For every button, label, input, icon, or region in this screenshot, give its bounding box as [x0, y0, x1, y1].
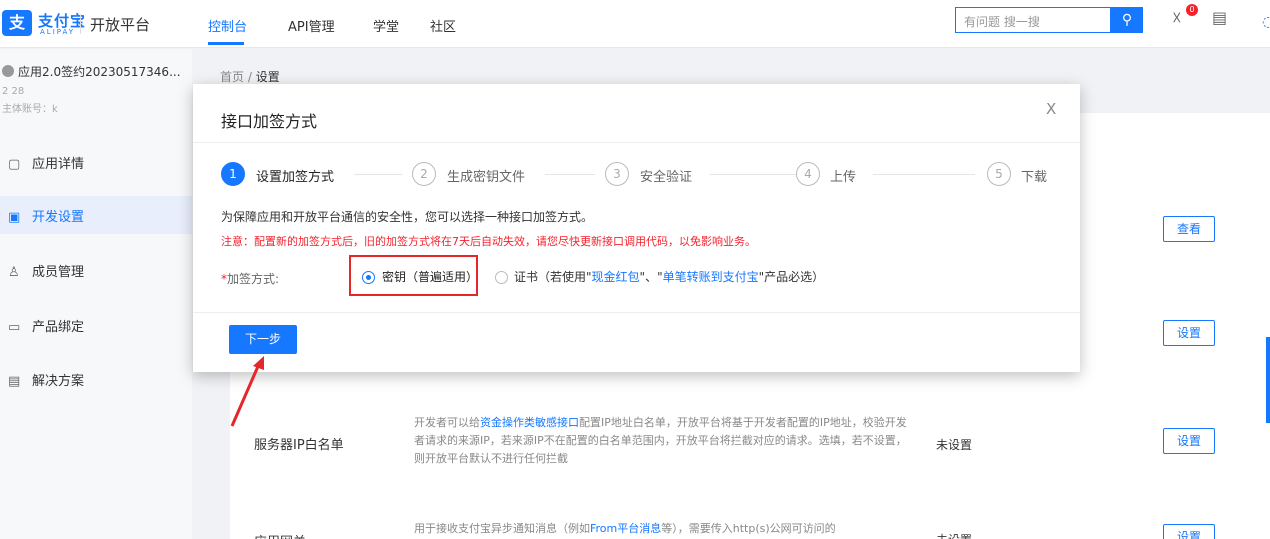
- sign-method-modal: 接口加签方式 X 1 设置加签方式 2 生成密钥文件 3 安全验证 4 上传 5…: [193, 84, 1080, 372]
- step-5-label: 下载: [1021, 170, 1048, 185]
- key-option-label[interactable]: 密钥（普遍适用）: [382, 268, 478, 285]
- search-icon[interactable]: ⚲: [1111, 7, 1143, 33]
- option-text: "产品必选）: [758, 270, 825, 284]
- nav-console[interactable]: 控制台: [208, 16, 247, 35]
- step-2-label: 生成密钥文件: [447, 170, 526, 185]
- cert-option-label[interactable]: 证书（若使用"现金红包"、"单笔转账到支付宝"产品必选）: [514, 268, 824, 285]
- nav-school[interactable]: 学堂: [373, 16, 399, 35]
- gateway-status: 未设置: [936, 531, 972, 539]
- red-arrow-annotation: [230, 356, 264, 427]
- set-button[interactable]: 设置: [1163, 320, 1215, 346]
- settings-icon: ▣: [8, 210, 21, 225]
- view-button[interactable]: 查看: [1163, 216, 1215, 242]
- sensitive-api-link[interactable]: 资金操作类敏感接口: [480, 416, 579, 429]
- desc-text: 等），需要传入http(s)公网可访问的: [661, 522, 836, 535]
- breadcrumb-sep: /: [247, 70, 252, 84]
- sidebar-item-label: 应用详情: [32, 157, 85, 172]
- step-connector: [873, 174, 975, 175]
- arrow-shaft: [230, 363, 261, 427]
- breadcrumb-home[interactable]: 首页: [220, 70, 244, 84]
- sidebar-item-solutions[interactable]: ▤ 解决方案: [0, 360, 192, 398]
- step-1-label: 设置加签方式: [256, 170, 335, 185]
- app-avatar: [2, 65, 14, 77]
- step-3-circle: 3: [605, 162, 629, 186]
- breadcrumb-current: 设置: [255, 70, 280, 84]
- step-4-circle: 4: [796, 162, 820, 186]
- cert-radio[interactable]: [495, 271, 508, 284]
- gateway-desc: 用于接收支付宝异步通知消息（例如From平台消息等），需要传入http(s)公网…: [414, 520, 908, 538]
- user-icon: ♙: [8, 265, 20, 280]
- modal-title: 接口加签方式: [221, 112, 318, 131]
- nav-api[interactable]: API管理: [288, 16, 335, 35]
- sidebar-item-label: 产品绑定: [32, 320, 85, 335]
- from-message-link[interactable]: From平台消息: [590, 522, 661, 535]
- close-icon[interactable]: X: [1046, 100, 1056, 118]
- edge-icon[interactable]: ◌: [1262, 14, 1270, 30]
- notification-badge: 0: [1186, 4, 1198, 16]
- solution-icon: ▤: [8, 374, 21, 389]
- step-3-label: 安全验证: [640, 170, 693, 185]
- field-label: 加签方式:: [227, 272, 280, 286]
- cash-redpacket-link[interactable]: 现金红包: [592, 270, 640, 284]
- sidebar: [0, 49, 192, 539]
- option-text: 证书（若使用": [514, 270, 592, 284]
- breadcrumb: 首页 / 设置: [220, 68, 280, 85]
- search-input[interactable]: 有问题 搜一搜: [955, 7, 1111, 33]
- ip-whitelist-status: 未设置: [936, 438, 973, 452]
- next-step-button[interactable]: 下一步: [229, 325, 297, 354]
- step-2-circle: 2: [412, 162, 436, 186]
- top-navbar: 支 支付宝 ALIPAY 开放平台 控制台 API管理 学堂 社区 有问题 搜一…: [0, 0, 1270, 48]
- sidebar-item-label: 成员管理: [32, 265, 85, 280]
- brand-en: ALIPAY: [40, 28, 76, 36]
- app-account: 主体账号：k: [2, 104, 58, 115]
- set-ip-whitelist-button[interactable]: 设置: [1163, 428, 1215, 454]
- desc-text: 开发者可以给: [414, 416, 480, 429]
- step-connector: [545, 174, 595, 175]
- sidebar-item-products[interactable]: ▭ 产品绑定: [0, 306, 192, 344]
- platform-name: 开放平台: [90, 16, 151, 34]
- side-float-tab[interactable]: [1266, 337, 1270, 423]
- key-radio[interactable]: [362, 271, 375, 284]
- sidebar-item-members[interactable]: ♙ 成员管理: [0, 251, 192, 289]
- divider: [80, 14, 81, 34]
- ip-whitelist-title: 服务器IP白名单: [254, 438, 344, 453]
- desc-text: 用于接收支付宝异步通知消息（例如: [414, 522, 590, 535]
- option-text: "、": [639, 270, 663, 284]
- gateway-title: 应用网关: [254, 531, 306, 539]
- nav-active-underline: [208, 42, 244, 45]
- step-connector: [710, 174, 796, 175]
- sidebar-item-app-detail[interactable]: ▢ 应用详情: [0, 143, 192, 181]
- file-icon[interactable]: ▤: [1212, 8, 1227, 27]
- step-connector: [354, 174, 402, 175]
- step-1-circle: 1: [221, 162, 245, 186]
- app-id: 2 28: [2, 86, 25, 97]
- ip-whitelist-desc: 开发者可以给资金操作类敏感接口配置IP地址白名单，开放平台将基于开发者配置的IP…: [414, 414, 908, 468]
- product-icon: ▭: [8, 320, 21, 335]
- sidebar-item-dev-settings[interactable]: ▣ 开发设置: [0, 196, 192, 234]
- transfer-link[interactable]: 单笔转账到支付宝: [663, 270, 759, 284]
- alipay-logo-icon[interactable]: 支: [2, 10, 32, 36]
- detail-icon: ▢: [8, 157, 21, 172]
- sidebar-item-label: 解决方案: [32, 374, 85, 389]
- nav-community[interactable]: 社区: [430, 16, 456, 35]
- sidebar-item-label: 开发设置: [32, 210, 85, 225]
- security-info-text: 为保障应用和开放平台通信的安全性，您可以选择一种接口加签方式。: [221, 210, 594, 224]
- sign-method-label: *加签方式:: [221, 270, 279, 287]
- set-gateway-button[interactable]: 设置: [1163, 524, 1215, 539]
- step-4-label: 上传: [830, 170, 857, 185]
- app-name[interactable]: 应用2.0签约20230517346...: [18, 63, 181, 80]
- divider: [193, 142, 1080, 143]
- arrow-head: [253, 356, 264, 370]
- warning-text: 注意：配置新的加签方式后，旧的加签方式将在7天后自动失效，请您尽快更新接口调用代…: [221, 235, 756, 248]
- divider: [193, 312, 1080, 313]
- radio-dot: [366, 275, 371, 280]
- step-5-circle: 5: [987, 162, 1011, 186]
